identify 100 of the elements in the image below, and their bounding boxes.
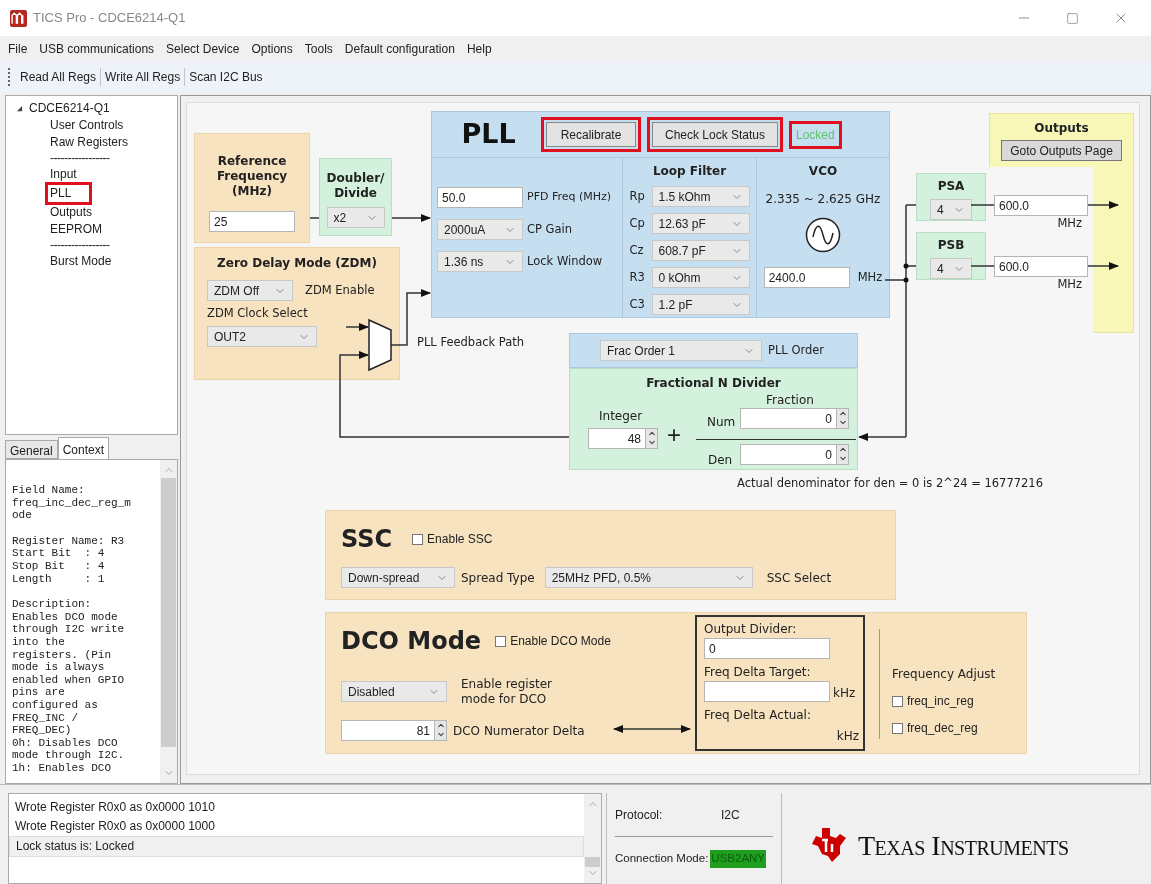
dropdown[interactable]: x2: [326, 207, 385, 228]
block-title: Outputs: [1034, 120, 1089, 137]
action-button[interactable]: Recalibrate: [546, 122, 636, 148]
dropdown[interactable]: 0 kOhm: [651, 267, 750, 288]
tree-item[interactable]: Input: [50, 166, 77, 183]
field-label: MHz: [1057, 216, 1082, 230]
context-paragraph: Description: Enables DCO mode through I2C write into the registers. (Pin mode is always enabled when GPIO pins are configured as FREQ_INC / FREQ_DEC) 0h: Disables DCO mode through I2C. 1h: Enables DCO: [12, 598, 126, 775]
input-field[interactable]: 0: [740, 408, 837, 429]
field-label: Enable register mode for DCO: [461, 677, 553, 707]
block-title: Fractional N Divider: [645, 375, 782, 392]
tree-item[interactable]: Outputs: [50, 204, 93, 221]
field-label: Cz: [629, 241, 645, 259]
input-field[interactable]: 48: [588, 428, 646, 449]
log-line[interactable]: Wrote Register R0x0 as 0x0000 1000: [9, 817, 584, 836]
section-title: DCO Mode: [341, 626, 482, 657]
field-label: R3: [629, 268, 646, 286]
block-title: PSA: [937, 178, 965, 195]
input-field[interactable]: 2400.0: [763, 267, 850, 288]
toolbar-button[interactable]: Scan I2C Bus: [184, 68, 267, 86]
dropdown[interactable]: ZDM Off: [207, 280, 293, 301]
field-label: Frequency Adjust: [892, 666, 996, 683]
field-label: Spread Type: [461, 569, 535, 587]
input-field[interactable]: 25: [209, 211, 295, 232]
field-label: Num: [707, 414, 736, 431]
tree-separator: -----------------: [49, 151, 111, 166]
field-label: Freq Delta Target:: [704, 664, 812, 681]
input-field[interactable]: 0: [704, 638, 830, 659]
menu-item[interactable]: Select Device: [166, 40, 240, 58]
tree-item[interactable]: EEPROM: [50, 221, 102, 238]
input-field[interactable]: 600.0: [994, 195, 1088, 216]
dropdown[interactable]: 608.7 pF: [651, 240, 750, 261]
protocol-value: I2C: [721, 806, 740, 824]
field-label: Output Divider:: [704, 621, 798, 638]
connection-label: Connection Mode:: [615, 851, 709, 867]
field-label: Den: [708, 452, 733, 469]
lock-status: Locked: [795, 126, 836, 144]
field-label: kHz: [836, 728, 859, 745]
dropdown[interactable]: 25MHz PFD, 0.5%: [544, 567, 753, 588]
field-label: MHz: [1057, 277, 1082, 291]
pll-title: PLL: [460, 117, 517, 152]
field-label: MHz: [857, 268, 883, 286]
block-title: Zero Delay Mode (ZDM): [217, 255, 377, 272]
block-title: Reference Frequency (MHz): [215, 154, 289, 199]
input-field[interactable]: 50.0: [437, 187, 523, 208]
menu-item[interactable]: Tools: [304, 40, 333, 58]
field-label: ZDM Clock Select: [207, 305, 309, 322]
dropdown[interactable]: Down-spread: [341, 567, 455, 588]
field-label: Lock Window: [527, 252, 603, 270]
field-label: kHz: [833, 685, 856, 702]
field-label: Cp: [629, 214, 646, 232]
block-title: VCO: [808, 163, 838, 180]
dropdown[interactable]: 1.2 pF: [651, 294, 750, 315]
tree-item[interactable]: PLL: [50, 185, 72, 202]
dropdown[interactable]: 1.36 ns: [437, 251, 523, 272]
input-field[interactable]: 600.0: [994, 256, 1088, 277]
block-title: Doubler/ Divide: [325, 171, 386, 201]
field-label: SSC Select: [766, 569, 832, 587]
checkbox-label: freq_inc_reg: [907, 693, 974, 710]
dropdown[interactable]: 12.63 pF: [651, 213, 750, 234]
input-field[interactable]: 81: [341, 720, 435, 741]
dropdown[interactable]: 2000uA: [437, 219, 523, 240]
menu-item[interactable]: USB communications: [39, 40, 155, 58]
field-label: 2.335 ~ 2.625 GHz: [765, 191, 881, 208]
field-label: C3: [629, 295, 646, 313]
field-label: ZDM Enable: [305, 281, 375, 299]
dropdown[interactable]: 1.5 kOhm: [651, 186, 750, 207]
checkbox-label: Enable DCO Mode: [510, 633, 611, 650]
dropdown[interactable]: OUT2: [207, 326, 317, 348]
menu-item[interactable]: Default configuration: [344, 40, 455, 58]
menu-item[interactable]: File: [8, 40, 28, 58]
dropdown[interactable]: Frac Order 1: [600, 340, 762, 361]
menu-item[interactable]: Options: [251, 40, 293, 58]
feedback-label: PLL Feedback Path: [417, 334, 525, 351]
tree-item[interactable]: CDCE6214-Q1: [29, 99, 110, 117]
context-paragraph: Register Name: R3 Start Bit : 4 Stop Bit : 4 Length : 1: [12, 534, 126, 586]
action-button[interactable]: Check Lock Status: [652, 122, 778, 148]
dropdown[interactable]: Disabled: [341, 681, 447, 702]
field-label: Freq Delta Actual:: [704, 707, 812, 724]
panel-tab[interactable]: Context: [57, 437, 110, 459]
tree-item[interactable]: Burst Mode: [50, 253, 112, 270]
checkbox-label: Enable SSC: [427, 531, 493, 548]
plus-sign: +: [667, 421, 681, 449]
context-paragraph: Field Name: freq_inc_dec_reg_m ode: [12, 484, 132, 522]
tree-item[interactable]: User Controls: [50, 117, 124, 134]
panel-tab[interactable]: General: [5, 440, 58, 459]
dropdown[interactable]: 4: [930, 258, 972, 279]
field-label: CP Gain: [527, 220, 573, 238]
toolbar-button[interactable]: Write All Regs: [100, 68, 185, 86]
connection-value: USB2ANY: [710, 850, 767, 868]
field-label: PLL Order: [768, 341, 825, 359]
tree-item[interactable]: Raw Registers: [50, 134, 129, 151]
field-label: DCO Numerator Delta: [453, 722, 585, 740]
log-line[interactable]: Wrote Register R0x0 as 0x0000 1010: [9, 798, 584, 817]
toolbar-button[interactable]: Read All Regs: [16, 68, 101, 86]
input-field[interactable]: 0: [740, 444, 837, 465]
dropdown[interactable]: 4: [930, 199, 972, 220]
goto-outputs-button[interactable]: Goto Outputs Page: [1001, 140, 1122, 161]
menu-item[interactable]: Help: [466, 40, 492, 58]
section-title: SSC: [341, 524, 393, 555]
checkbox-label: freq_dec_reg: [907, 720, 978, 737]
